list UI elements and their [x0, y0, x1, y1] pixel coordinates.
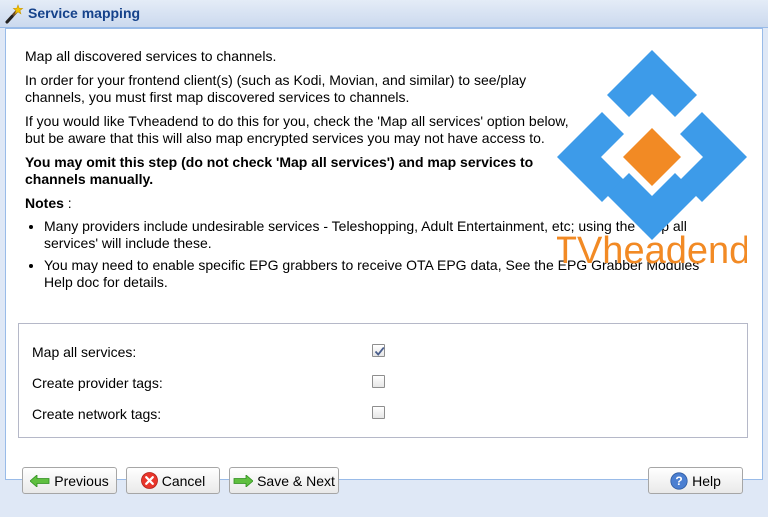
svg-text:?: ?: [675, 474, 682, 488]
notes-heading: Notes :: [25, 195, 585, 212]
create-provider-tags-checkbox[interactable]: [372, 375, 385, 388]
help-icon: ?: [670, 471, 688, 490]
previous-button[interactable]: Previous: [22, 467, 117, 494]
save-next-button[interactable]: Save & Next: [229, 467, 339, 494]
wizard-panel: Map all discovered services to channels.…: [5, 28, 763, 480]
arrow-left-icon: [30, 474, 50, 487]
window-title-bar: Service mapping: [0, 0, 768, 28]
save-next-label: Save & Next: [257, 472, 335, 489]
arrow-right-icon: [233, 474, 254, 487]
cancel-button[interactable]: Cancel: [126, 467, 220, 494]
map-all-services-label: Map all services:: [32, 344, 137, 360]
window-title: Service mapping: [28, 5, 141, 21]
checkmark-icon: [374, 346, 385, 356]
create-network-tags-checkbox[interactable]: [372, 406, 385, 419]
intro-line-1: Map all discovered services to channels.: [25, 48, 277, 64]
create-network-tags-label: Create network tags:: [32, 406, 162, 422]
help-button[interactable]: ? Help: [648, 467, 743, 494]
map-all-services-checkbox[interactable]: [372, 344, 385, 357]
previous-label: Previous: [54, 472, 109, 489]
create-provider-tags-label: Create provider tags:: [32, 375, 163, 391]
cancel-icon: [140, 472, 158, 489]
cancel-label: Cancel: [161, 472, 206, 489]
tvheadend-logo: TVheadend: [557, 50, 747, 265]
intro-line-2: In order for your frontend client(s) (su…: [25, 72, 527, 105]
help-label: Help: [692, 472, 721, 489]
options-fieldset: Map all services: Create provider tags: …: [18, 323, 748, 438]
description: Map all discovered services to channels.…: [25, 48, 699, 296]
intro-line-4: You may omit this step (do not check 'Ma…: [25, 154, 534, 187]
notes-suffix: :: [63, 195, 72, 211]
logo-text: TVheadend: [557, 230, 747, 265]
intro-line-3: If you would like Tvheadend to do this f…: [25, 113, 569, 146]
notes-label: Notes: [25, 195, 64, 211]
magic-wand-icon: [5, 4, 24, 24]
